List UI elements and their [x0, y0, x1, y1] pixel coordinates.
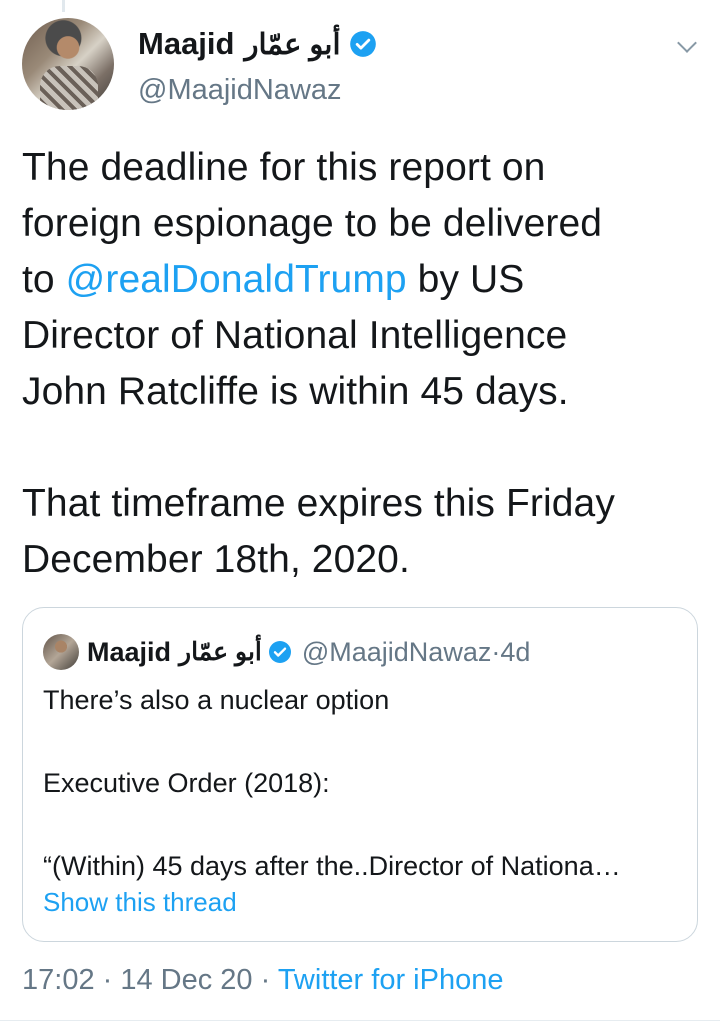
verified-badge-icon [349, 30, 377, 58]
author-avatar[interactable] [22, 18, 114, 110]
verified-badge-icon [268, 640, 292, 664]
quoted-text-line: Executive Order (2018): [43, 768, 330, 798]
chevron-down-icon[interactable] [677, 33, 697, 53]
quoted-author-name: Maajid [87, 636, 172, 667]
author-name-arabic[interactable]: أبو عمّار [244, 27, 340, 62]
meta-separator: · [491, 636, 501, 667]
author-name-row[interactable]: Maajid أبو عمّار [138, 26, 377, 62]
tweet-body: The deadline for this report on foreign … [22, 140, 702, 588]
mention-link[interactable]: @realDonaldTrump [66, 258, 407, 301]
author-handle[interactable]: @MaajidNawaz [138, 74, 342, 107]
tweet-text-line: December 18th, 2020. [22, 538, 410, 581]
divider [0, 1020, 720, 1021]
quoted-text-line: There’s also a nuclear option [43, 685, 390, 715]
tweet-text-line: Director of National Intelligence [22, 314, 568, 357]
tweet-text-line: to @realDonaldTrump by US [22, 252, 702, 308]
quoted-tweet-body: There’s also a nuclear option Executive … [43, 680, 683, 886]
author-name[interactable]: Maajid [138, 26, 234, 62]
tweet-text-fragment: by US [406, 258, 525, 301]
meta-separator: · [252, 964, 278, 996]
tweet-text-line: foreign espionage to be delivered [22, 202, 603, 245]
tweet-text-fragment: to [22, 258, 66, 301]
meta-separator: · [94, 964, 121, 996]
thread-connector-line [62, 0, 65, 12]
tweet-header: Maajid أبو عمّار @MaajidNawaz [22, 18, 698, 114]
quoted-text-line: “(Within) 45 days after the..Director of… [43, 851, 621, 881]
show-thread-link[interactable]: Show this thread [43, 887, 237, 918]
quoted-author-handle: @MaajidNawaz [301, 636, 492, 667]
quoted-author-avatar [43, 634, 79, 670]
quoted-tweet-card[interactable]: Maajid أبو عمّار @MaajidNawaz · 4d There… [22, 607, 698, 942]
tweet-text-line: The deadline for this report on [22, 146, 546, 189]
quoted-author-name-arabic: أبو عمّار [179, 638, 262, 666]
tweet-text-line: That timeframe expires this Friday [22, 482, 615, 525]
tweet-metadata: 17:02 · 14 Dec 20 · Twitter for iPhone [22, 964, 503, 997]
tweet-time[interactable]: 17:02 [22, 964, 95, 996]
tweet-date[interactable]: 14 Dec 20 [120, 964, 252, 996]
quoted-tweet-age: 4d [500, 636, 531, 667]
tweet-source-link[interactable]: Twitter for iPhone [278, 964, 504, 996]
tweet-text-line: John Ratcliffe is within 45 days. [22, 370, 569, 413]
quoted-tweet-header: Maajid أبو عمّار @MaajidNawaz · 4d [43, 634, 530, 670]
